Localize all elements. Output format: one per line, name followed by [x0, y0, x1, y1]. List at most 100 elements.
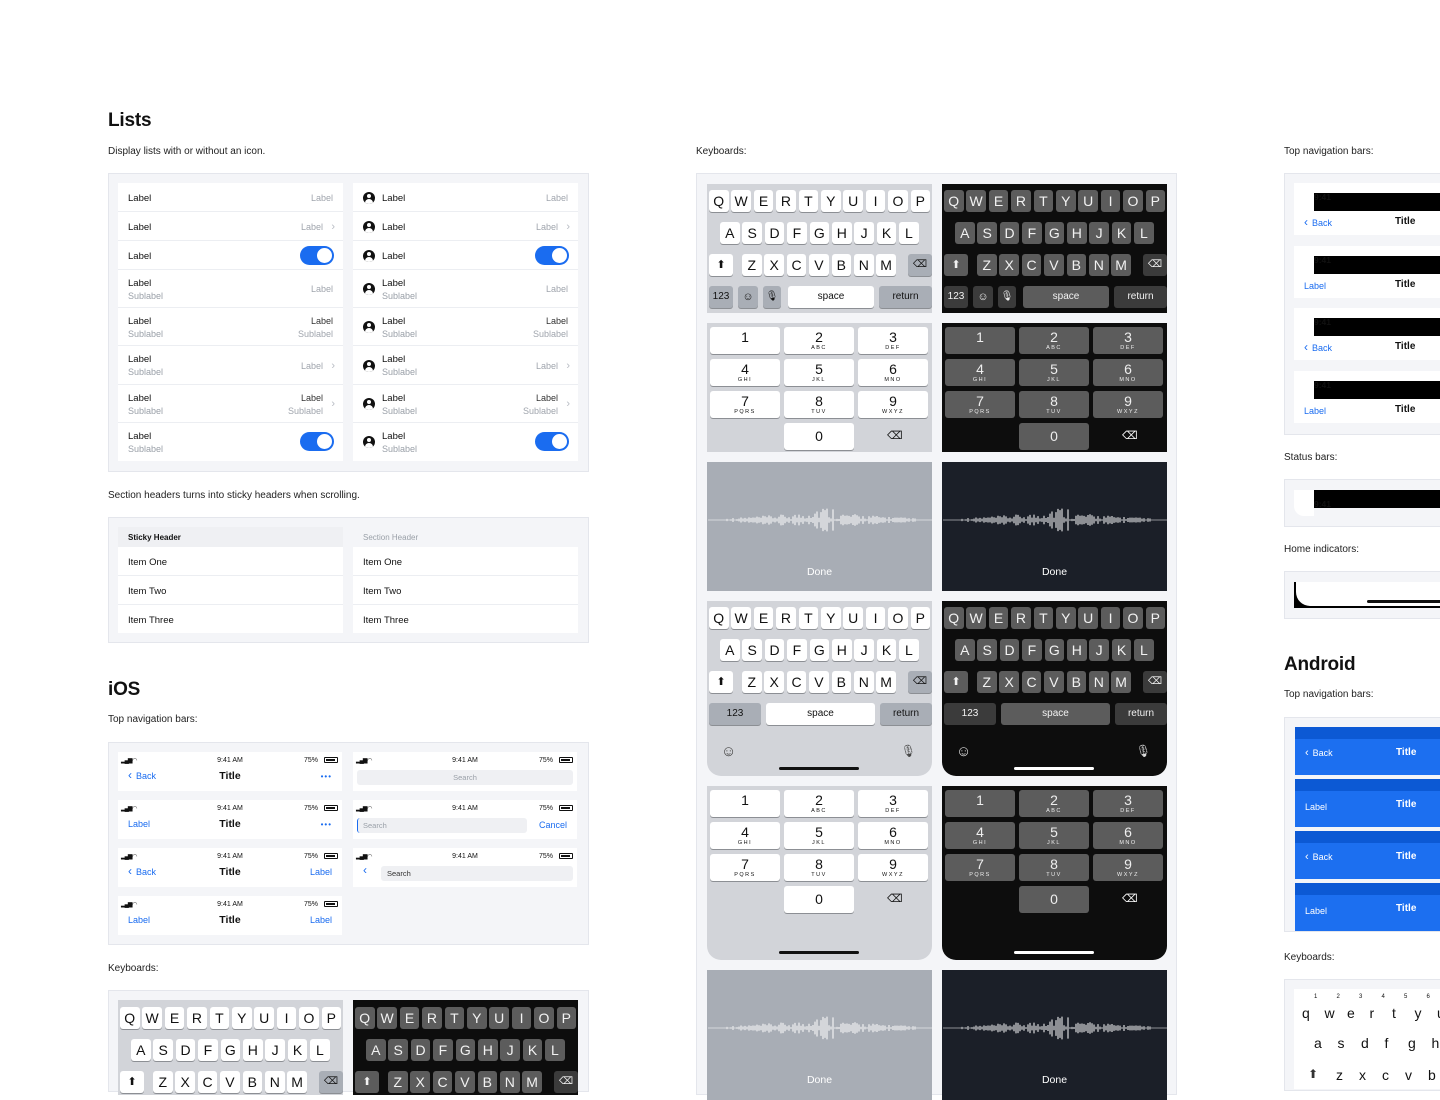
- return-key[interactable]: return: [1115, 703, 1167, 725]
- key-k[interactable]: K: [287, 1039, 308, 1061]
- numpad-key-1[interactable]: 1: [710, 327, 780, 354]
- key-l[interactable]: L: [1134, 639, 1154, 661]
- key-d[interactable]: D: [999, 222, 1020, 244]
- numpad-key-8[interactable]: 8 TUV: [784, 854, 854, 881]
- key-c[interactable]: C: [786, 671, 807, 693]
- key-g[interactable]: G: [809, 222, 830, 244]
- numpad-key-8[interactable]: 8 TUV: [784, 391, 854, 418]
- key-i[interactable]: I: [511, 1007, 532, 1029]
- key-s[interactable]: S: [977, 639, 997, 661]
- key-s[interactable]: S: [388, 1039, 408, 1061]
- key-m[interactable]: M: [1111, 254, 1131, 276]
- key-j[interactable]: J: [1089, 222, 1109, 244]
- list-row[interactable]: Label Sublabel Label: [353, 270, 578, 308]
- key-d[interactable]: D: [999, 639, 1020, 661]
- numpad-key-8[interactable]: 8 TUV: [1019, 854, 1089, 881]
- emoji-icon[interactable]: ☺: [721, 743, 736, 760]
- key-q[interactable]: q: [1302, 1005, 1310, 1021]
- key-t[interactable]: T: [798, 607, 819, 629]
- key-q[interactable]: Q: [709, 190, 729, 212]
- key-p[interactable]: P: [910, 190, 931, 212]
- key-y[interactable]: Y: [1056, 190, 1076, 212]
- key-g[interactable]: G: [455, 1039, 476, 1061]
- key-j[interactable]: J: [500, 1039, 520, 1061]
- key-y[interactable]: Y: [821, 190, 841, 212]
- key-n[interactable]: N: [500, 1071, 520, 1093]
- emoji-icon[interactable]: ☺: [738, 286, 758, 308]
- key-n[interactable]: N: [854, 671, 874, 693]
- key-w[interactable]: W: [377, 1007, 397, 1029]
- more-icon[interactable]: •••: [321, 820, 332, 829]
- key-k[interactable]: K: [1111, 222, 1132, 244]
- numpad-key-6[interactable]: 6 MNO: [1093, 822, 1163, 849]
- key-q[interactable]: Q: [944, 607, 964, 629]
- key-z[interactable]: Z: [977, 671, 997, 693]
- numpad-key-9[interactable]: 9 WXYZ: [1093, 391, 1163, 418]
- key-i[interactable]: I: [1100, 607, 1121, 629]
- key-a[interactable]: A: [366, 1039, 386, 1061]
- key-j[interactable]: J: [265, 1039, 285, 1061]
- key-s[interactable]: s: [1338, 1035, 1345, 1051]
- key-c[interactable]: C: [786, 254, 807, 276]
- return-key[interactable]: return: [1114, 286, 1167, 308]
- key-z[interactable]: Z: [977, 254, 997, 276]
- list-row[interactable]: Label Label: [353, 183, 578, 212]
- backspace-icon[interactable]: ⌫: [1122, 429, 1138, 442]
- key-e[interactable]: E: [988, 190, 1009, 212]
- return-key[interactable]: return: [880, 703, 932, 725]
- toggle-switch[interactable]: [535, 245, 569, 265]
- list-item[interactable]: Item Three: [353, 605, 578, 633]
- key-123[interactable]: 123: [709, 703, 761, 725]
- key-w[interactable]: W: [731, 607, 751, 629]
- numpad-key-3[interactable]: 3 DEF: [858, 790, 928, 817]
- key-f[interactable]: f: [1385, 1035, 1389, 1051]
- key-v[interactable]: V: [455, 1071, 475, 1093]
- key-r[interactable]: R: [187, 1007, 207, 1029]
- search-input[interactable]: Search: [357, 818, 527, 833]
- search-input[interactable]: Search: [357, 770, 573, 785]
- list-row[interactable]: Label Sublabel Label ›: [353, 346, 578, 385]
- back-button[interactable]: ‹ Back: [1305, 851, 1333, 863]
- backspace-icon[interactable]: ⌫: [908, 254, 932, 276]
- key-m[interactable]: M: [1111, 671, 1131, 693]
- list-item[interactable]: Item Two: [118, 576, 343, 605]
- key-w[interactable]: W: [966, 190, 986, 212]
- key-u[interactable]: U: [489, 1007, 509, 1029]
- key-p[interactable]: P: [556, 1007, 577, 1029]
- key-e[interactable]: E: [753, 190, 774, 212]
- left-label-button[interactable]: Label: [128, 915, 150, 925]
- key-x[interactable]: X: [175, 1071, 195, 1093]
- key-z[interactable]: Z: [153, 1071, 173, 1093]
- numpad-key-5[interactable]: 5 JKL: [784, 359, 854, 386]
- numpad-key-4[interactable]: 4 GHI: [710, 359, 780, 386]
- numpad-key-9[interactable]: 9 WXYZ: [858, 854, 928, 881]
- list-row[interactable]: Label Sublabel Label Sublabel: [353, 308, 578, 346]
- numpad-key-3[interactable]: 3 DEF: [1093, 790, 1163, 817]
- numpad-key-4[interactable]: 4 GHI: [945, 359, 1015, 386]
- key-h[interactable]: H: [832, 222, 852, 244]
- key-l[interactable]: L: [899, 639, 919, 661]
- key-v[interactable]: V: [1044, 254, 1064, 276]
- key-h[interactable]: H: [1067, 639, 1087, 661]
- key-e[interactable]: E: [988, 607, 1009, 629]
- left-label-button[interactable]: Label: [1304, 281, 1326, 291]
- key-d[interactable]: D: [175, 1039, 196, 1061]
- key-d[interactable]: D: [764, 639, 785, 661]
- key-u[interactable]: U: [254, 1007, 274, 1029]
- key-p[interactable]: P: [321, 1007, 342, 1029]
- backspace-icon[interactable]: ⌫: [887, 892, 903, 905]
- numpad-key-9[interactable]: 9 WXYZ: [1093, 854, 1163, 881]
- key-l[interactable]: L: [1134, 222, 1154, 244]
- key-b[interactable]: B: [477, 1071, 498, 1093]
- key-k[interactable]: K: [876, 222, 897, 244]
- numpad-key-0[interactable]: 0: [1019, 423, 1089, 450]
- space-key[interactable]: space: [1023, 286, 1109, 308]
- numpad-key-0[interactable]: 0: [1019, 886, 1089, 913]
- key-w[interactable]: W: [966, 607, 986, 629]
- key-123[interactable]: 123: [709, 286, 733, 308]
- key-z[interactable]: Z: [742, 254, 762, 276]
- numpad-key-7[interactable]: 7 PQRS: [945, 854, 1015, 881]
- shift-icon[interactable]: ⬆: [944, 254, 968, 276]
- key-a[interactable]: A: [720, 639, 740, 661]
- key-i[interactable]: I: [865, 190, 886, 212]
